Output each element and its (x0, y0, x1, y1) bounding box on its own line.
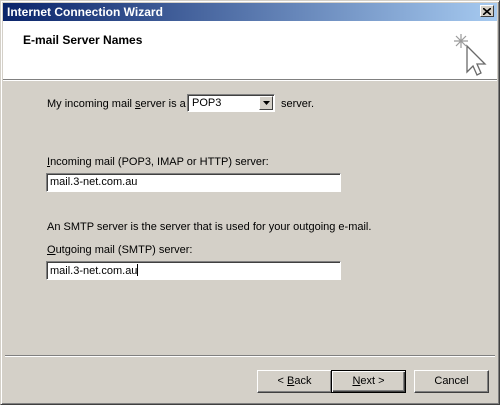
incoming-type-label: My incoming mail server is a (47, 98, 186, 110)
dropdown-button[interactable] (259, 96, 273, 110)
page-heading: E-mail Server Names (23, 33, 143, 47)
wizard-sparkle-cursor-icon (454, 34, 487, 76)
title-bar: Internet Connection Wizard (3, 3, 497, 21)
smtp-info-text: An SMTP server is the server that is use… (47, 221, 372, 233)
close-button[interactable] (480, 5, 494, 17)
incoming-server-label: Incoming mail (POP3, IMAP or HTTP) serve… (47, 156, 269, 168)
chevron-down-icon (262, 101, 270, 105)
wizard-window: Internet Connection Wizard E-mail Server… (0, 0, 500, 405)
next-button[interactable]: Next > (331, 370, 406, 393)
window-title: Internet Connection Wizard (7, 5, 163, 19)
server-suffix-label: server. (281, 98, 315, 110)
incoming-server-type-select[interactable]: POP3 (187, 94, 275, 112)
incoming-server-value: mail.3-net.com.au (50, 176, 138, 188)
incoming-server-input[interactable]: mail.3-net.com.au (46, 173, 341, 192)
header-divider (3, 80, 497, 81)
outgoing-server-label: Outgoing mail (SMTP) server: (47, 244, 193, 256)
back-button[interactable]: < Back (257, 370, 332, 393)
text-caret (137, 264, 139, 276)
outgoing-server-input[interactable]: mail.3-net.com.au (46, 261, 341, 280)
close-icon (483, 7, 491, 15)
outgoing-server-value: mail.3-net.com.au (50, 265, 138, 277)
button-separator (5, 355, 495, 357)
cancel-button[interactable]: Cancel (414, 370, 489, 393)
wizard-header: E-mail Server Names (3, 21, 497, 80)
incoming-server-type-value: POP3 (192, 97, 222, 109)
